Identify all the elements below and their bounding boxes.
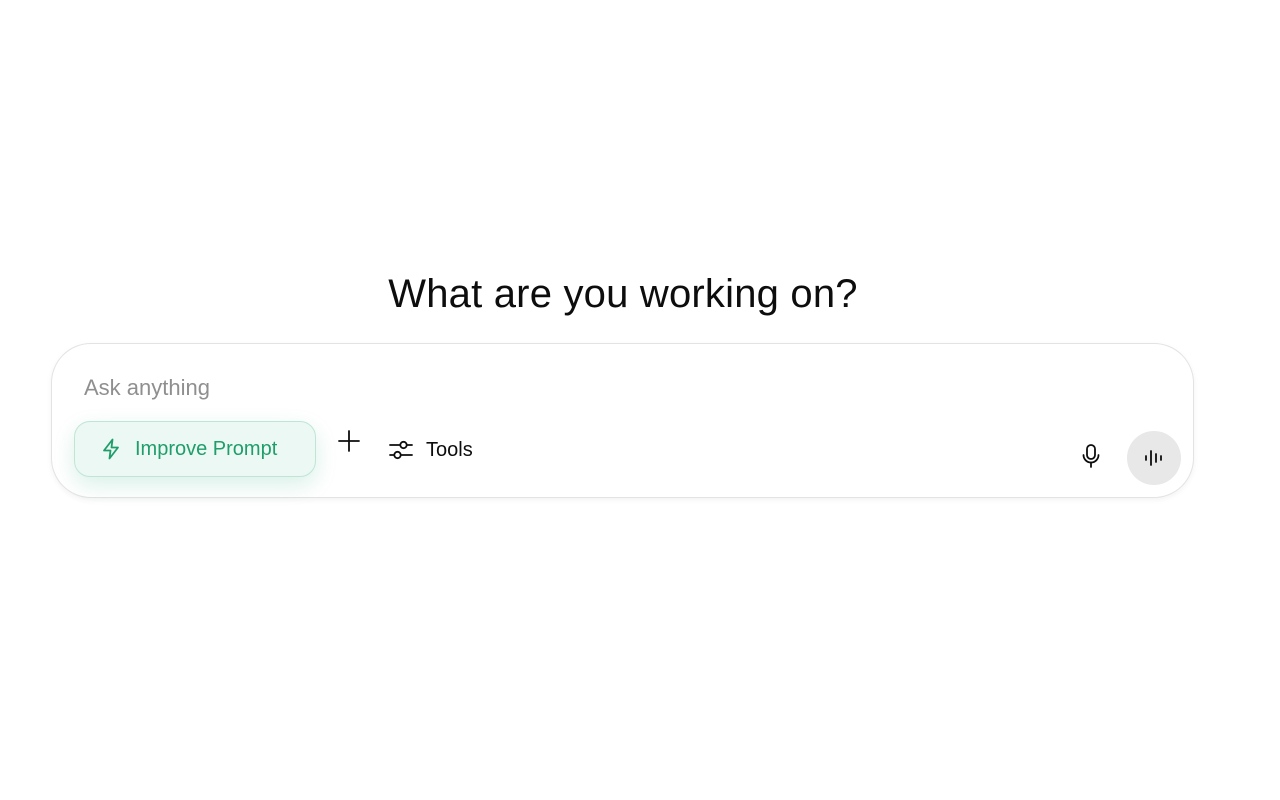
tools-label: Tools [426,438,473,461]
improve-prompt-label: Improve Prompt [135,437,278,460]
add-attachment-button[interactable] [334,426,364,456]
dictate-button[interactable] [1076,441,1106,471]
page: What are you working on? Improve Prompt [0,0,1280,800]
tools-button[interactable]: Tools [388,434,473,466]
voice-mode-button[interactable] [1127,431,1181,485]
page-title: What are you working on? [388,271,858,316]
lightning-bolt-icon [99,437,123,461]
microphone-icon [1078,442,1104,470]
prompt-input[interactable] [84,370,1084,406]
plus-icon [336,428,362,454]
sliders-icon [388,437,414,463]
voice-waveform-icon [1142,446,1166,470]
composer: Improve Prompt Tools [51,343,1194,498]
improve-prompt-button[interactable]: Improve Prompt [74,421,316,477]
